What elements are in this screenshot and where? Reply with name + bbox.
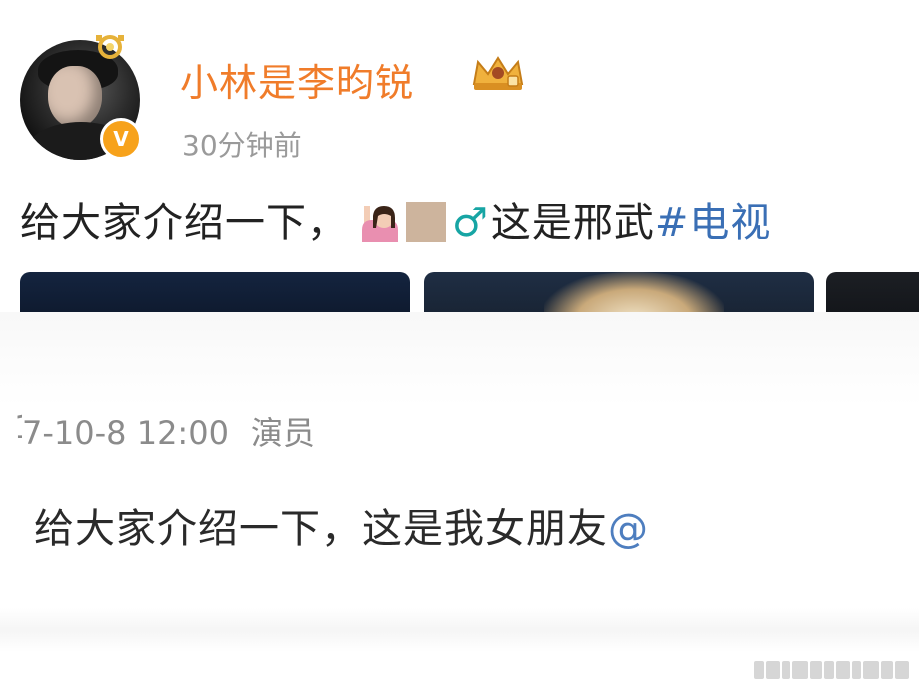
post-image-2[interactable]	[424, 272, 814, 312]
post-card: V 小林是李昀锐 30分钟前 给大家介绍一下， ♂这是邢武#电视	[0, 0, 919, 312]
person-raising-hand-emoji	[362, 206, 398, 242]
old-post-body: 给大家介绍一下，这是我女朋友	[34, 506, 608, 552]
old-post-text: 给大家介绍一下，这是我女朋友@	[34, 496, 649, 554]
post-timestamp: 30分钟前	[182, 129, 302, 162]
crop-fade	[790, 462, 919, 572]
old-post-source: 演员	[250, 414, 315, 452]
post-text-name: 这是邢武	[490, 200, 655, 246]
watermark	[719, 659, 909, 681]
post-image-3[interactable]	[826, 272, 919, 312]
old-post-meta: 17-10-8 12:00 演员	[14, 408, 315, 454]
crown-icon[interactable]	[470, 52, 526, 92]
gold-ring-icon	[96, 35, 124, 59]
username[interactable]: 小林是李昀锐	[180, 52, 414, 107]
skin-tone-modifier	[406, 202, 446, 242]
male-sign-icon: ♂	[452, 200, 489, 246]
mention-link[interactable]: @	[608, 506, 649, 552]
post-image-2-hair	[544, 272, 724, 312]
cut-year-digit: 1	[14, 408, 22, 446]
post-image-1[interactable]	[20, 272, 410, 312]
hashtag-link[interactable]: #电视	[655, 200, 772, 246]
blurred-footer	[0, 608, 919, 652]
post-text-intro: 给大家介绍一下，	[20, 200, 348, 246]
verified-badge: V	[100, 118, 142, 160]
avatar-face	[48, 66, 102, 128]
old-post-date: 7-10-8 12:00	[22, 414, 229, 452]
old-post-card: 17-10-8 12:00 演员 给大家介绍一下，这是我女朋友@	[0, 312, 919, 689]
post-text: 给大家介绍一下， ♂这是邢武#电视	[20, 190, 771, 248]
